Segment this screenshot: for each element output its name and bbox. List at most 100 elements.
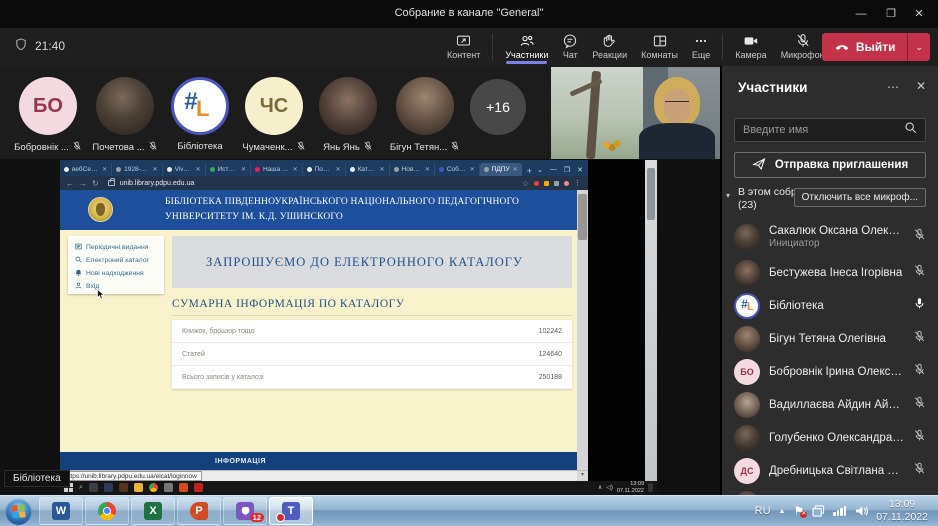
shared-window-control[interactable]: ❐ bbox=[564, 166, 570, 174]
browser-menu-icon[interactable]: ⋮ bbox=[574, 179, 582, 187]
shared-chrome-icon[interactable] bbox=[149, 483, 158, 492]
tab-close-icon[interactable]: ✕ bbox=[513, 166, 518, 173]
powerpoint-taskbar-button[interactable]: P bbox=[177, 497, 221, 525]
shared-app-icon[interactable] bbox=[179, 483, 188, 492]
shared-show-desktop[interactable] bbox=[648, 483, 653, 492]
browser-tab[interactable]: Новости✕ bbox=[390, 163, 435, 176]
action-center-flag-icon[interactable]: ⚑✕ bbox=[793, 504, 804, 518]
browser-tab[interactable]: вебСервис✕ bbox=[60, 163, 112, 176]
extension-icon[interactable] bbox=[544, 181, 549, 186]
shared-taskview-icon[interactable] bbox=[89, 483, 98, 492]
network-signal-icon[interactable] bbox=[833, 506, 847, 516]
shared-window-control[interactable]: ⌄ bbox=[537, 166, 543, 174]
browser-tab[interactable]: Каталог✕ bbox=[346, 163, 390, 176]
tab-close-icon[interactable]: ✕ bbox=[470, 166, 475, 173]
browser-url-bar[interactable]: ← → ↻ unib.library.pdpu.edu.ua ☆ ⋮ bbox=[60, 176, 588, 190]
shared-search-icon[interactable]: ⌕ bbox=[79, 484, 83, 492]
shared-tray-chevron[interactable]: ∧ bbox=[598, 484, 602, 491]
participant-tile[interactable]: Янь Янь bbox=[310, 67, 386, 159]
reactions-button[interactable]: Реакции bbox=[585, 30, 634, 62]
participant-row[interactable]: Бігун Тетяна Олегівна bbox=[722, 322, 938, 355]
participant-row[interactable]: ДСДребницька Світлана Сергіївна bbox=[722, 454, 938, 487]
participant-tile[interactable]: Бігун Тетян... bbox=[387, 67, 463, 159]
content-button[interactable]: Контент bbox=[440, 30, 487, 62]
active-speaker-video-tile[interactable] bbox=[551, 67, 720, 159]
mic-muted-icon[interactable] bbox=[913, 264, 926, 282]
scroll-down-arrow[interactable]: ▾ bbox=[577, 471, 588, 481]
mute-all-button[interactable]: Отключить все микроф... bbox=[794, 188, 926, 207]
clock[interactable]: 13:09 07.11.2022 bbox=[876, 498, 928, 524]
participant-tile[interactable]: БОБобровнік ... bbox=[10, 67, 86, 159]
mic-muted-icon[interactable] bbox=[913, 228, 926, 246]
mic-muted-icon[interactable] bbox=[913, 396, 926, 414]
extension-icon[interactable] bbox=[534, 181, 539, 186]
participant-row[interactable]: Загорулько Ірина Петрівна bbox=[722, 487, 938, 495]
shared-app-icon[interactable] bbox=[104, 483, 113, 492]
mic-muted-icon[interactable] bbox=[913, 462, 926, 480]
new-tab-button[interactable]: + bbox=[522, 166, 537, 176]
minimize-button[interactable]: — bbox=[848, 6, 874, 22]
leave-button[interactable]: Выйти ⌄ bbox=[822, 33, 930, 61]
bookmark-star-icon[interactable]: ☆ bbox=[522, 179, 529, 188]
participant-tile[interactable]: Почетова ... bbox=[87, 67, 163, 159]
browser-tab[interactable]: Vivaldi✕ bbox=[163, 163, 206, 176]
word-taskbar-button[interactable]: W bbox=[39, 497, 83, 525]
tray-window-icon[interactable] bbox=[812, 505, 825, 517]
shared-volume-icon[interactable]: ◁) bbox=[606, 484, 613, 491]
shared-app-icon[interactable] bbox=[119, 483, 128, 492]
forward-icon[interactable]: → bbox=[79, 179, 87, 188]
participant-row[interactable]: Бестужева Інеса Ігорівна bbox=[722, 256, 938, 289]
participant-row[interactable]: Вадиллаєва Айдин Айдин bbox=[722, 388, 938, 421]
site-menu-item[interactable]: Вхід bbox=[75, 280, 164, 293]
profile-avatar-icon[interactable] bbox=[564, 181, 569, 186]
browser-tab[interactable]: Поиск✕ bbox=[303, 163, 346, 176]
mic-muted-icon[interactable] bbox=[913, 429, 926, 447]
camera-button[interactable]: Камера bbox=[728, 30, 773, 62]
section-collapse-chevron[interactable]: ▾ bbox=[726, 191, 730, 200]
language-indicator[interactable]: RU bbox=[755, 505, 771, 517]
panel-more-icon[interactable]: ⋯ bbox=[887, 80, 900, 94]
rooms-button[interactable]: Комнаты bbox=[634, 30, 685, 62]
volume-icon[interactable] bbox=[855, 505, 868, 517]
leave-options-chevron[interactable]: ⌄ bbox=[908, 33, 930, 61]
participant-search-input[interactable]: Введите имя bbox=[734, 118, 926, 142]
tab-close-icon[interactable]: ✕ bbox=[293, 166, 298, 173]
chat-button[interactable]: Чат bbox=[555, 30, 585, 62]
site-menu-item[interactable]: Періодичні видання bbox=[75, 241, 164, 254]
tab-close-icon[interactable]: ✕ bbox=[241, 166, 246, 173]
viber-taskbar-button[interactable]: 12 bbox=[223, 497, 267, 525]
mic-muted-icon[interactable] bbox=[913, 330, 926, 348]
reload-icon[interactable]: ↻ bbox=[92, 179, 99, 188]
shared-window-control[interactable]: — bbox=[550, 166, 557, 173]
extension-icon[interactable] bbox=[554, 181, 559, 186]
panel-close-icon[interactable]: ✕ bbox=[916, 79, 926, 93]
close-button[interactable]: ✕ bbox=[906, 6, 932, 22]
shared-app-icon[interactable] bbox=[194, 483, 203, 492]
mic-muted-icon[interactable] bbox=[913, 363, 926, 381]
excel-taskbar-button[interactable]: X bbox=[131, 497, 175, 525]
participant-tile[interactable]: ЧСЧумаченк... bbox=[236, 67, 312, 159]
browser-tab-active[interactable]: ПДПУ✕ bbox=[480, 163, 522, 176]
page-scrollbar[interactable] bbox=[577, 190, 588, 470]
url-text[interactable]: unib.library.pdpu.edu.ua bbox=[120, 180, 517, 187]
send-invite-button[interactable]: Отправка приглашения bbox=[734, 152, 926, 178]
browser-tab[interactable]: История✕ bbox=[206, 163, 251, 176]
browser-tab[interactable]: 1928-1959✕ bbox=[112, 163, 163, 176]
participant-row[interactable]: БОБобровнік Ірина Олександрівна bbox=[722, 355, 938, 388]
participants-button[interactable]: Участники bbox=[498, 30, 555, 62]
participant-row[interactable]: Голубенко Олександра Вікторі... bbox=[722, 421, 938, 454]
back-icon[interactable]: ← bbox=[66, 179, 74, 188]
tab-close-icon[interactable]: ✕ bbox=[380, 166, 385, 173]
browser-tab[interactable]: Наша исто✕ bbox=[251, 163, 303, 176]
maximize-button[interactable]: ❐ bbox=[878, 6, 904, 22]
teams-taskbar-button[interactable]: T bbox=[269, 497, 313, 525]
mic-on-icon[interactable] bbox=[913, 297, 926, 315]
shared-clock[interactable]: 13:09 07.11.2022 bbox=[617, 481, 644, 493]
participant-tile[interactable]: #LБібліотека bbox=[162, 67, 238, 159]
site-menu-item[interactable]: Нові надходження bbox=[75, 267, 164, 280]
site-menu-item[interactable]: Електроний каталог bbox=[75, 254, 164, 267]
start-button[interactable] bbox=[5, 498, 32, 525]
participant-row[interactable]: Сакалюк Оксана ОлександрівнаИнициатор bbox=[722, 218, 938, 256]
shared-window-control[interactable]: ✕ bbox=[577, 166, 583, 174]
tab-close-icon[interactable]: ✕ bbox=[336, 166, 341, 173]
